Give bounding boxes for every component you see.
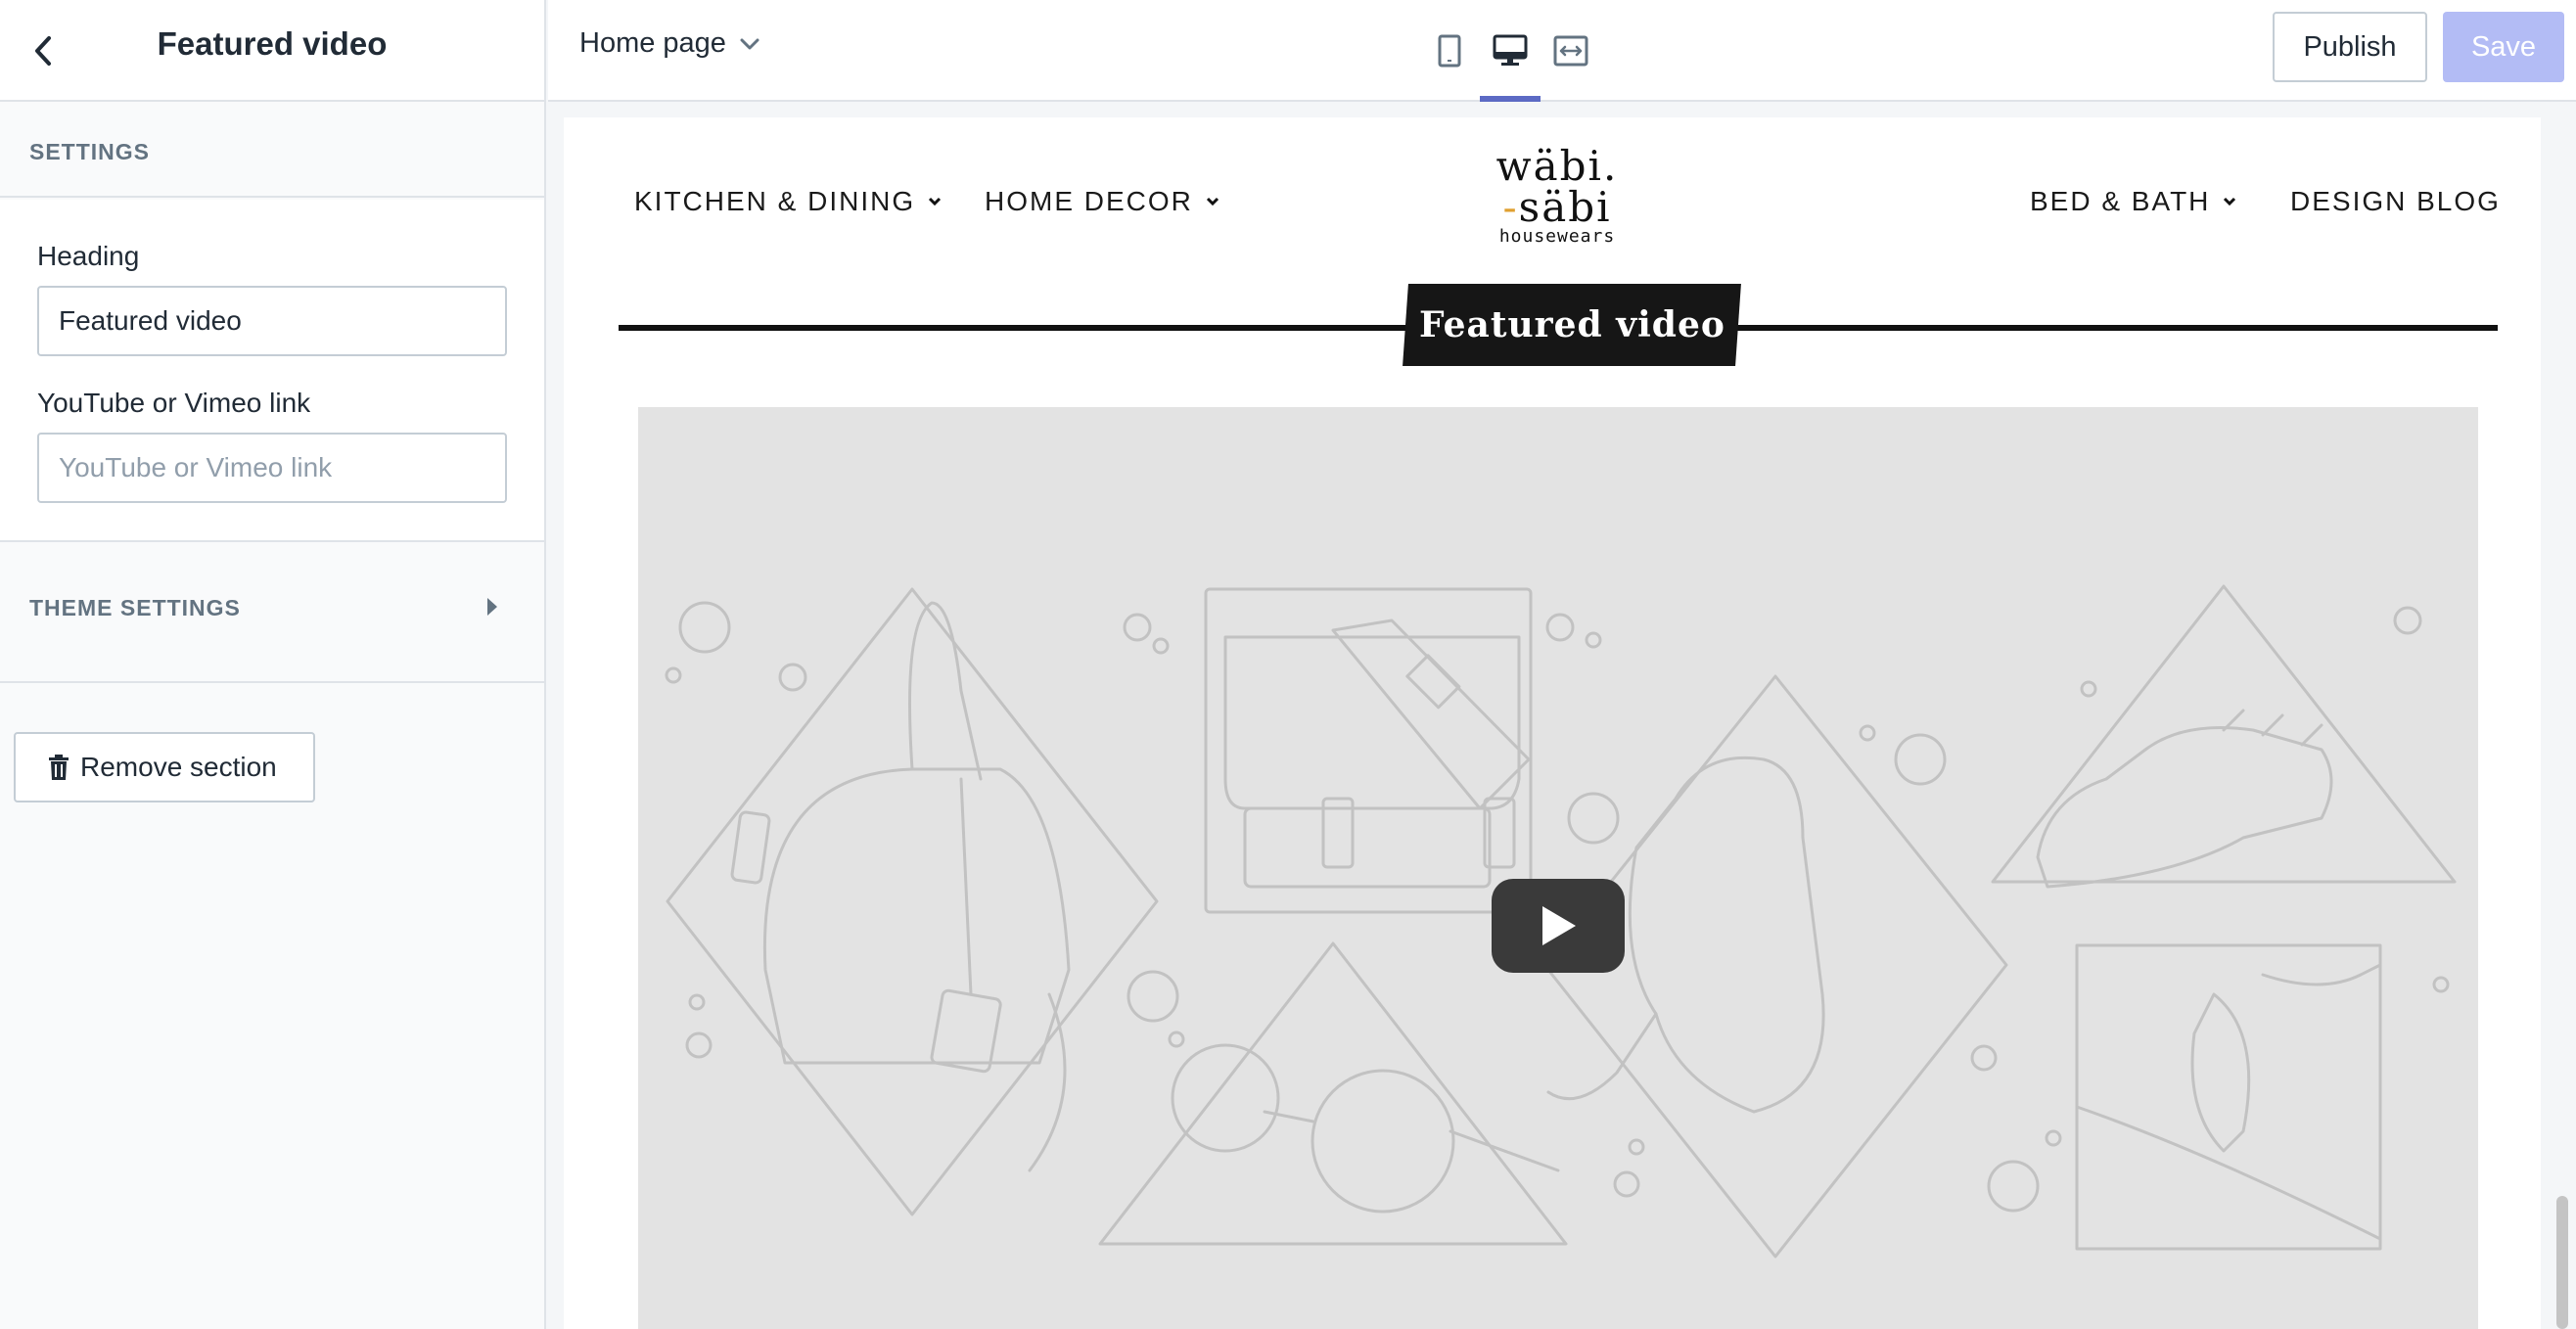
chevron-down-icon	[929, 197, 942, 206]
logo-line-2-text: säbi	[1518, 183, 1612, 231]
desktop-icon	[1493, 34, 1528, 66]
nav-label: DESIGN BLOG	[2290, 186, 2501, 216]
logo-line-2: -säbi	[1484, 187, 1631, 228]
chevron-down-icon	[740, 38, 759, 49]
logo-line-1: wäbi.	[1495, 142, 1619, 190]
nav-kitchen-dining[interactable]: KITCHEN & DINING	[634, 186, 943, 217]
publish-button[interactable]: Publish	[2273, 12, 2427, 82]
theme-editor: Featured video SETTINGS Heading YouTube …	[0, 0, 2576, 1329]
desktop-view-button[interactable]	[1480, 0, 1541, 102]
store-logo[interactable]: wäbi. -säbi housewears	[1484, 145, 1631, 262]
video-link-input[interactable]	[37, 433, 507, 503]
theme-settings-label: THEME SETTINGS	[29, 595, 241, 620]
play-button[interactable]	[1492, 879, 1625, 973]
remove-section-label: Remove section	[80, 752, 277, 782]
section-title: Featured video	[157, 25, 388, 62]
settings-header: SETTINGS	[0, 104, 544, 198]
logo-tagline: housewears	[1498, 226, 1616, 247]
nav-label: BED & BATH	[2030, 186, 2211, 216]
mobile-view-button[interactable]	[1419, 0, 1480, 102]
page-selector[interactable]: Home page	[579, 27, 763, 60]
logo-dash: -	[1502, 183, 1519, 231]
save-button[interactable]: Save	[2443, 12, 2564, 82]
preview-scrollbar[interactable]	[2556, 1196, 2568, 1329]
heading-field-label: Heading	[37, 241, 140, 271]
full-width-view-button[interactable]	[1541, 0, 1601, 102]
trash-icon	[49, 755, 69, 780]
sidebar: Featured video SETTINGS Heading YouTube …	[0, 0, 546, 1329]
play-icon	[1542, 906, 1576, 945]
mobile-icon	[1438, 34, 1461, 68]
store-preview: KITCHEN & DINING HOME DECOR wäbi. -säbi …	[564, 117, 2541, 1329]
full-width-icon	[1553, 35, 1588, 67]
preview-area: KITCHEN & DINING HOME DECOR wäbi. -säbi …	[548, 104, 2576, 1329]
nav-label: HOME DECOR	[985, 186, 1193, 216]
nav-label: KITCHEN & DINING	[634, 186, 916, 216]
topbar: Home page Publish Save	[548, 0, 2576, 102]
caret-right-icon	[487, 598, 497, 616]
device-toggle	[1419, 0, 1601, 102]
settings-label: SETTINGS	[29, 139, 151, 164]
heading-input[interactable]	[37, 286, 507, 356]
video-placeholder-illustration	[665, 584, 2457, 1259]
video-link-field-label: YouTube or Vimeo link	[37, 388, 311, 418]
nav-bed-bath[interactable]: BED & BATH	[2030, 186, 2237, 217]
section-heading-text: Featured video	[1418, 304, 1725, 345]
store-navigation: KITCHEN & DINING HOME DECOR wäbi. -säbi …	[564, 117, 2541, 284]
page-selector-label: Home page	[579, 27, 726, 59]
section-heading: Featured video	[1403, 284, 1741, 366]
chevron-down-icon	[1206, 197, 1219, 206]
nav-home-decor[interactable]: HOME DECOR	[985, 186, 1220, 217]
theme-settings-toggle[interactable]: THEME SETTINGS	[0, 544, 544, 683]
remove-section-button[interactable]: Remove section	[14, 732, 315, 802]
sidebar-header: Featured video	[0, 0, 544, 102]
nav-design-blog[interactable]: DESIGN BLOG	[2290, 186, 2501, 217]
settings-panel: Heading YouTube or Vimeo link	[0, 200, 544, 542]
video-player[interactable]	[638, 407, 2478, 1329]
chevron-down-icon	[2224, 197, 2236, 206]
